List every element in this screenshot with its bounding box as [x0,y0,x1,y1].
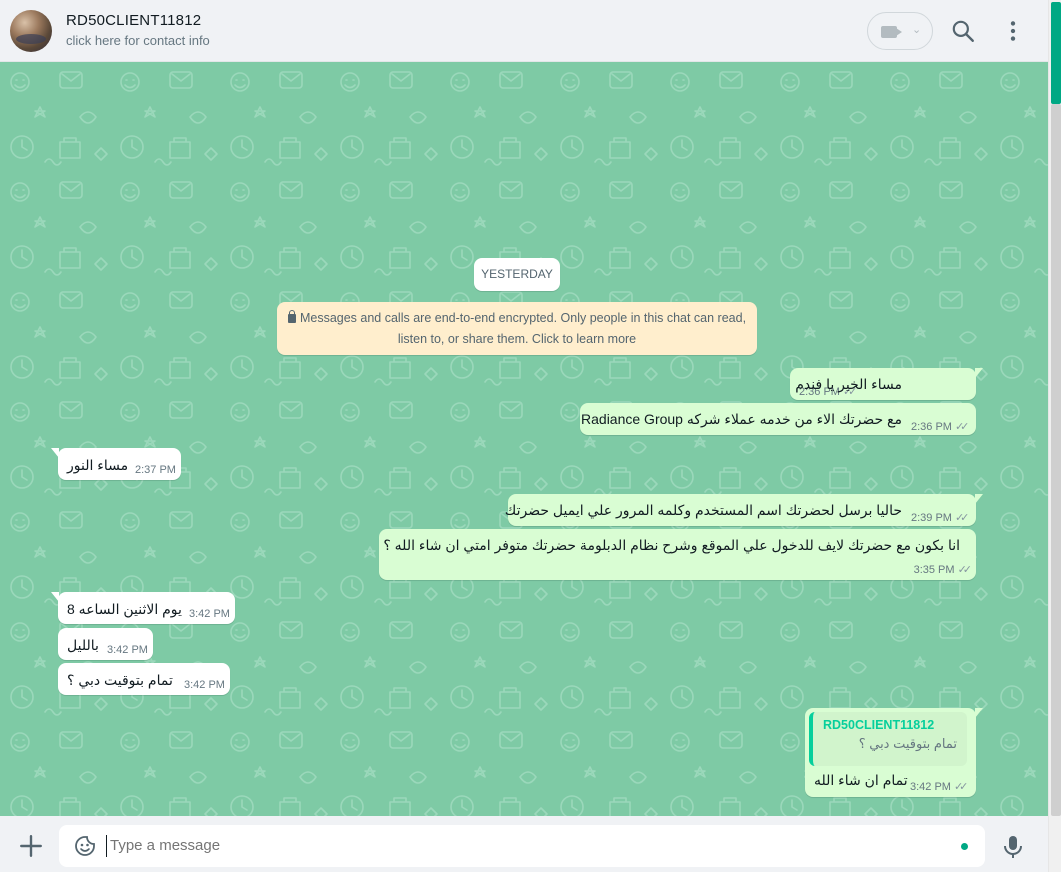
chat-panel[interactable]: YESTERDAY Messages and calls are end-to-… [0,62,1048,816]
contact-name[interactable]: RD50CLIENT11812 [66,12,201,29]
video-camera-icon [881,26,897,38]
outgoing-message[interactable]: 2:39 PM ✓✓ حاليا برسل لحضرتك اسم المستخدم… [504,494,983,526]
quoted-text: تمام بتوقيت دبي ؟ [858,736,957,751]
quoted-sender-name: RD50CLIENT11812 [823,718,935,732]
incoming-message[interactable]: بالليل 3:42 PM [58,628,153,660]
message-text: مساء النور [67,457,129,473]
message-time: 2:37 PM [135,464,176,476]
outgoing-message[interactable]: 2:36 PM ✓✓ مع حضرتك الاء من خدمه عملاء شر… [580,403,976,435]
outgoing-reply-message[interactable]: RD50CLIENT11812 تمام بتوقيت دبي ؟ تمام ا… [805,708,983,797]
message-text: تمام ان شاء الله [814,772,908,788]
message-text: مساء الخير يا فندم [795,376,902,392]
contact-avatar[interactable] [10,10,52,52]
message-text: بالليل [67,637,99,653]
chat-header: RD50CLIENT11812 click here for contact i… [0,0,1048,62]
text-cursor [106,835,107,857]
scrollbar-track [1051,104,1061,816]
quoted-message[interactable]: RD50CLIENT11812 تمام بتوقيت دبي ؟ [809,712,967,766]
chat-wallpaper-pattern [0,62,1048,816]
message-time: 3:42 PM [189,608,230,620]
compose-bar [0,816,1048,872]
message-meta: 2:36 PM ✓✓ [911,420,970,433]
encryption-notice-line1: Messages and calls are end-to-end encryp… [299,311,747,325]
message-text: مع حضرتك الاء من خدمه عملاء شركه Radianc… [581,411,902,427]
message-meta: 3:42 PM ✓✓ [910,780,969,793]
message-time: 3:42 PM [910,781,951,793]
double-check-icon: ✓✓ [953,781,969,793]
incoming-message[interactable]: يوم الاثنين الساعه 8 3:42 PM [51,592,235,624]
plus-icon[interactable] [18,833,44,859]
double-check-icon: ✓✓ [957,564,973,576]
incoming-message[interactable]: مساء النور 2:37 PM [51,448,181,480]
message-time: 3:42 PM [184,679,225,691]
message-input[interactable] [110,837,930,854]
message-time: 2:36 PM [911,421,952,433]
message-time: 3:35 PM [913,564,955,576]
sticker-emoji-icon[interactable] [73,834,97,858]
contact-info-link[interactable]: click here for contact info [66,33,210,48]
message-text: انا بكون مع حضرتك لايف للدخول علي الموقع… [383,537,960,553]
microphone-icon[interactable] [1002,834,1024,860]
search-icon[interactable] [950,18,976,44]
status-dot [961,843,968,850]
encryption-notice[interactable]: Messages and calls are end-to-end encryp… [277,302,757,355]
message-input-container[interactable] [59,825,985,867]
page-scrollbar[interactable] [1048,0,1061,872]
double-check-icon: ✓✓ [954,421,970,433]
video-call-button[interactable]: ⌄ [867,12,933,50]
message-text: يوم الاثنين الساعه 8 [67,601,182,617]
message-time: 3:42 PM [107,644,148,656]
lock-icon [287,310,296,323]
outgoing-message[interactable]: انا بكون مع حضرتك لايف للدخول علي الموقع… [379,529,976,580]
message-meta: 2:39 PM ✓✓ [911,511,970,524]
kebab-menu-icon[interactable] [1000,18,1026,44]
encryption-notice-line2: listen to, or share them. Click to learn… [397,332,637,346]
message-time: 2:39 PM [911,512,952,524]
incoming-message[interactable]: تمام بتوقيت دبي ؟ 3:42 PM [58,663,230,695]
outgoing-message[interactable]: 2:36 PM ✓✓ مساء الخير يا فندم [790,368,983,400]
message-text: تمام بتوقيت دبي ؟ [67,672,173,688]
chevron-down-icon: ⌄ [912,24,922,36]
message-meta: 3:35 PM ✓✓ [913,563,973,576]
double-check-icon: ✓✓ [954,512,970,524]
message-text: حاليا برسل لحضرتك اسم المستخدم وكلمه الم… [504,502,902,518]
scrollbar-thumb[interactable] [1051,2,1061,104]
date-separator: YESTERDAY [474,258,560,291]
